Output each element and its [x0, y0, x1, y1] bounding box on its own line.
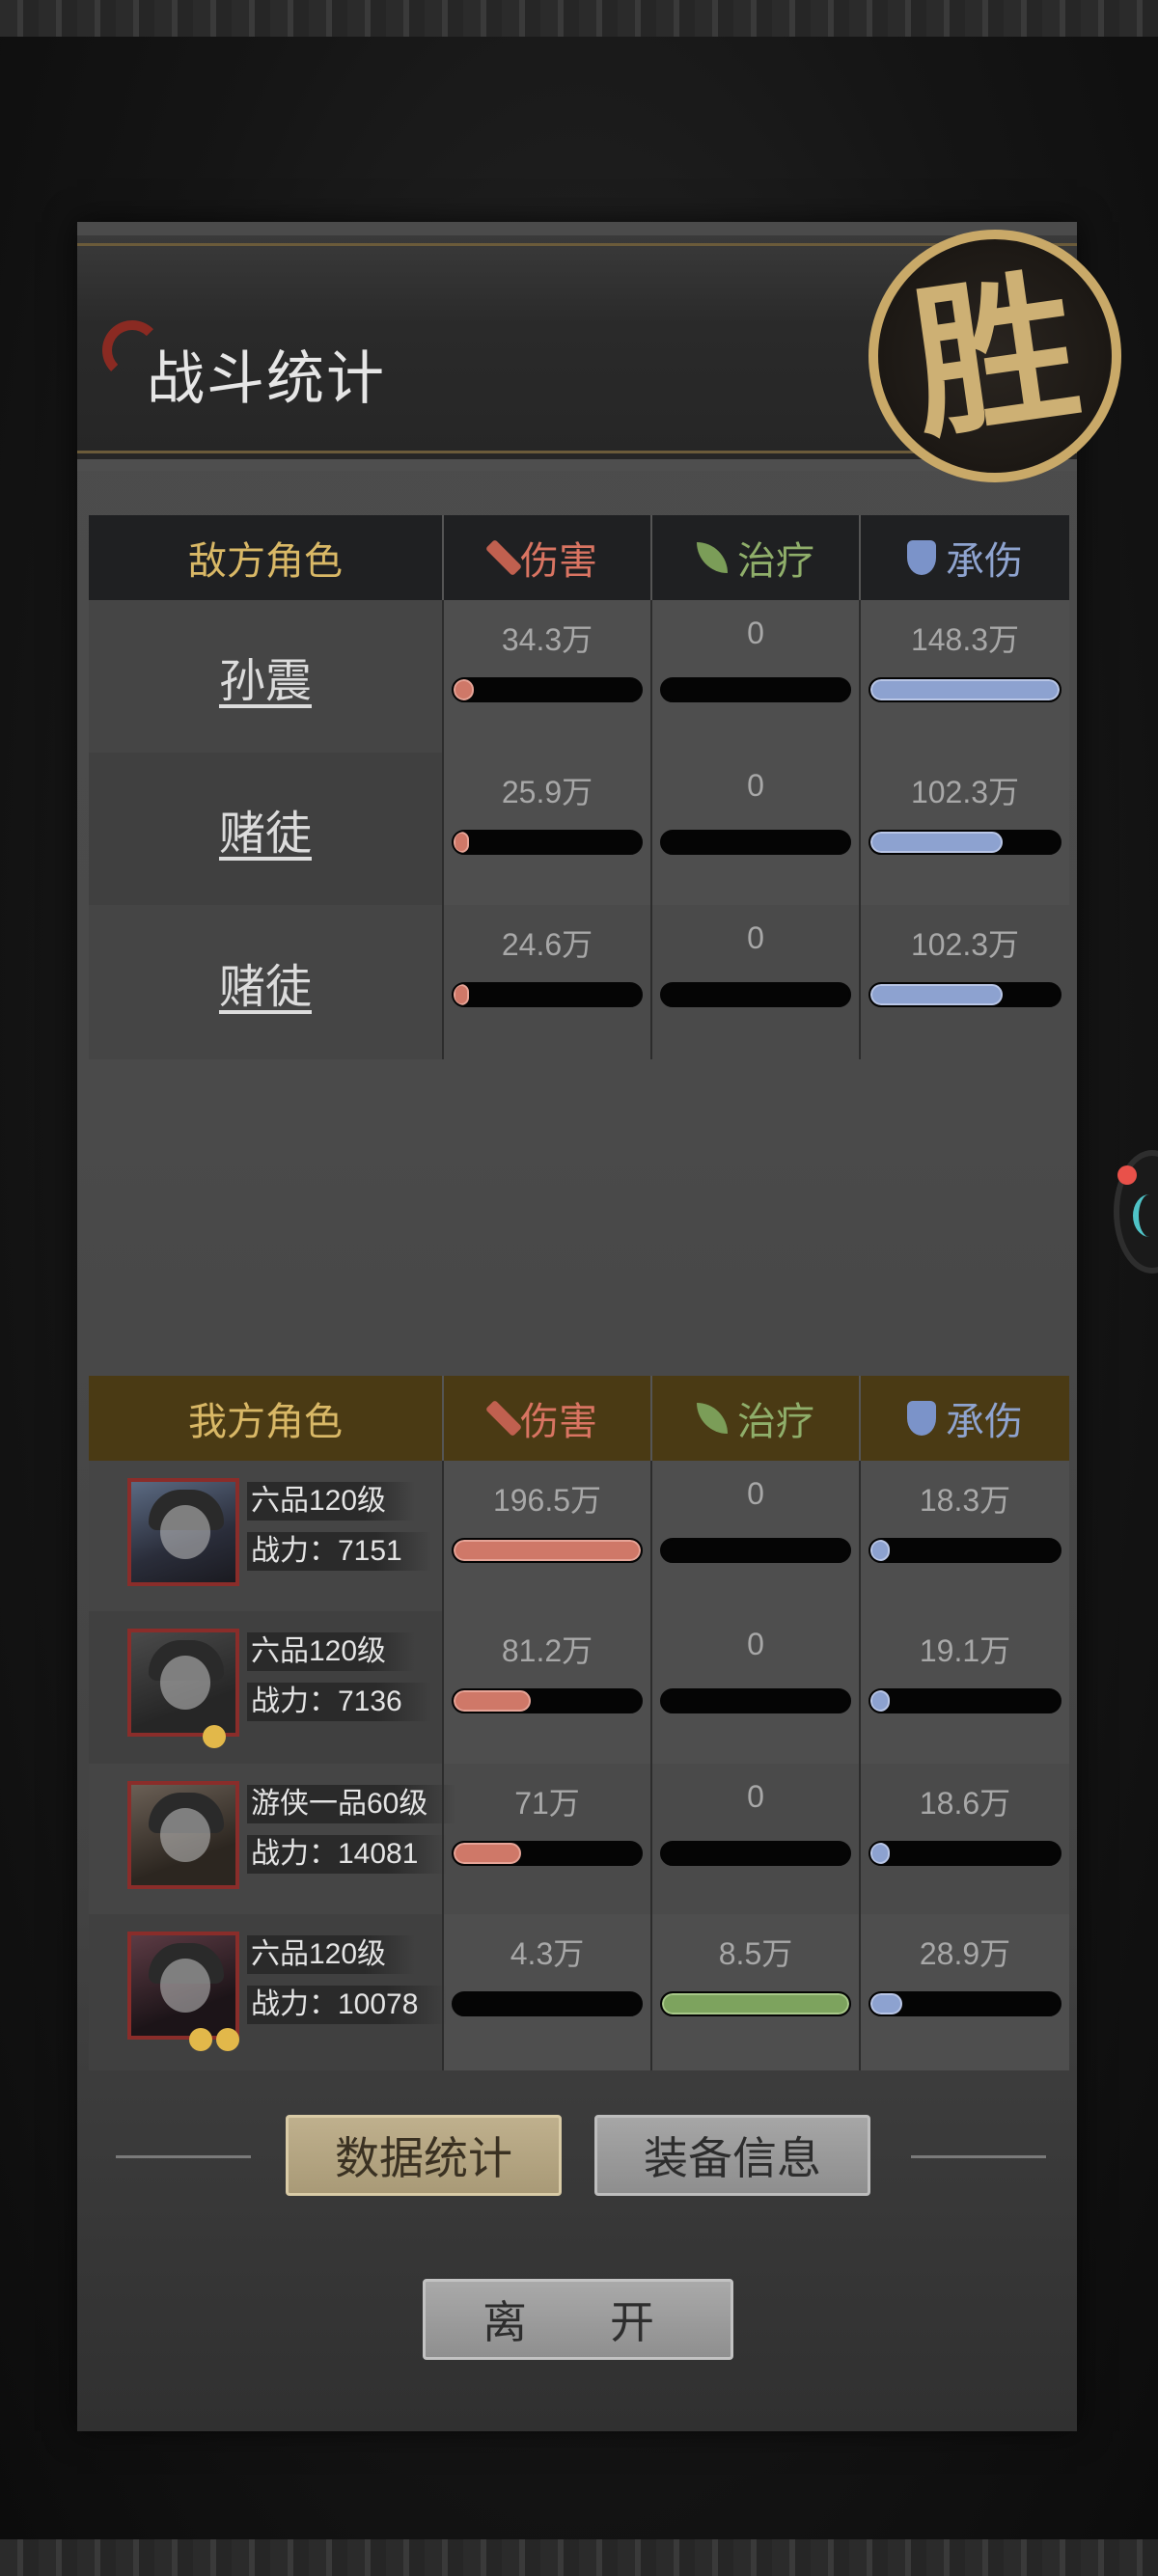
tanking-value: 102.3万 — [910, 927, 1020, 962]
damage-bar — [452, 1538, 643, 1563]
damage-bar — [452, 1688, 643, 1713]
stats-tab-button[interactable]: 数据统计 — [286, 2115, 562, 2196]
enemy-table-header: 敌方角色 伤害 治疗 承伤 — [89, 515, 1069, 600]
tanking-value: 148.3万 — [910, 622, 1020, 657]
table-row: 六品120级 战力：7136 81.2万 0 19.1万 — [89, 1611, 1069, 1764]
damage-bar — [452, 982, 643, 1007]
damage-bar — [452, 677, 643, 702]
damage-value: 25.9万 — [501, 775, 593, 809]
tanking-column-header: 承伤 — [859, 1376, 1069, 1461]
victory-mark: 胜 — [899, 249, 1090, 463]
bottom-border — [0, 2539, 1158, 2576]
tanking-bar — [868, 677, 1062, 702]
damage-value: 34.3万 — [501, 622, 593, 657]
leave-button[interactable]: 离 开 — [423, 2279, 733, 2360]
sword-icon — [484, 538, 523, 577]
tanking-column-header: 承伤 — [859, 515, 1069, 600]
character-rank: 六品120级 — [247, 1935, 416, 1974]
enemy-name-link[interactable]: 赌徒 — [89, 948, 442, 1016]
healing-bar — [660, 1841, 851, 1866]
healing-bar — [660, 1538, 851, 1563]
rank-badge-icon — [189, 2028, 212, 2051]
table-row: 游侠一品60级 战力：14081 71万 0 18.6万 — [89, 1764, 1069, 1914]
enemy-table: 敌方角色 伤害 治疗 承伤 孙震 34.3万 0 148.3万 赌徒 25.9万… — [89, 515, 1069, 1059]
enemy-name-link[interactable]: 孙震 — [89, 643, 442, 710]
healing-bar — [660, 677, 851, 702]
avatar[interactable] — [127, 1629, 239, 1737]
character-power: 战力：14081 — [247, 1835, 448, 1874]
sword-icon — [484, 1399, 523, 1438]
tanking-bar — [868, 1688, 1062, 1713]
tanking-value: 19.1万 — [919, 1633, 1011, 1668]
damage-value: 4.3万 — [510, 1936, 585, 1971]
tanking-bar — [868, 982, 1062, 1007]
leaf-icon — [697, 542, 728, 573]
rank-badge-icon — [216, 2028, 239, 2051]
ally-table: 我方角色 伤害 治疗 承伤 六品120级 战力：7151 196.5万 0 18… — [89, 1376, 1069, 2070]
character-rank: 六品120级 — [247, 1482, 416, 1521]
avatar[interactable] — [127, 1478, 239, 1586]
healing-value: 0 — [747, 768, 764, 803]
tanking-bar — [868, 1538, 1062, 1563]
character-power: 战力：7136 — [247, 1683, 431, 1721]
damage-value: 81.2万 — [501, 1633, 593, 1668]
enemy-column-header: 敌方角色 — [188, 540, 343, 583]
avatar[interactable] — [127, 1932, 239, 2040]
divider-left — [116, 2155, 251, 2158]
page-title: 战斗统计 — [147, 346, 386, 411]
character-power: 战力：10078 — [247, 1986, 448, 2024]
top-border — [0, 0, 1158, 37]
shield-icon — [907, 1401, 936, 1436]
enemy-name-link[interactable]: 赌徒 — [89, 795, 442, 863]
healing-bar — [660, 830, 851, 855]
victory-seal-icon: 胜 — [868, 230, 1121, 482]
table-row: 赌徒 24.6万 0 102.3万 — [89, 905, 1069, 1059]
damage-bar — [452, 830, 643, 855]
table-row: 赌徒 25.9万 0 102.3万 — [89, 753, 1069, 905]
character-rank: 游侠一品60级 — [247, 1785, 457, 1823]
healing-value: 0 — [747, 616, 764, 650]
damage-bar — [452, 1841, 643, 1866]
equipment-tab-button[interactable]: 装备信息 — [594, 2115, 870, 2196]
healing-value: 8.5万 — [718, 1936, 793, 1971]
character-power: 战力：7151 — [247, 1532, 431, 1571]
damage-column-header: 伤害 — [442, 515, 650, 600]
leaf-icon — [697, 1403, 728, 1434]
healing-value: 0 — [747, 1779, 764, 1814]
healing-value: 0 — [747, 1627, 764, 1661]
shield-icon — [907, 540, 936, 575]
table-row: 孙震 34.3万 0 148.3万 — [89, 600, 1069, 753]
healing-column-header: 治疗 — [650, 515, 859, 600]
damage-bar — [452, 1991, 643, 2016]
tanking-value: 18.3万 — [919, 1483, 1011, 1518]
damage-value: 196.5万 — [492, 1483, 602, 1518]
notification-dot — [1117, 1165, 1137, 1185]
tanking-bar — [868, 1991, 1062, 2016]
tanking-bar — [868, 830, 1062, 855]
ally-table-header: 我方角色 伤害 治疗 承伤 — [89, 1376, 1069, 1461]
healing-bar — [660, 982, 851, 1007]
ally-column-header: 我方角色 — [188, 1401, 343, 1443]
tanking-value: 18.6万 — [919, 1786, 1011, 1821]
damage-value: 24.6万 — [501, 927, 593, 962]
divider-right — [911, 2155, 1046, 2158]
healing-value: 0 — [747, 920, 764, 955]
tanking-value: 28.9万 — [919, 1936, 1011, 1971]
damage-value: 71万 — [514, 1786, 580, 1821]
healing-value: 0 — [747, 1476, 764, 1511]
tanking-value: 102.3万 — [910, 775, 1020, 809]
healing-bar — [660, 1991, 851, 2016]
tanking-bar — [868, 1841, 1062, 1866]
avatar[interactable] — [127, 1781, 239, 1889]
healing-column-header: 治疗 — [650, 1376, 859, 1461]
healing-bar — [660, 1688, 851, 1713]
damage-column-header: 伤害 — [442, 1376, 650, 1461]
table-row: 六品120级 战力：7151 196.5万 0 18.3万 — [89, 1461, 1069, 1611]
rank-badge-icon — [203, 1725, 226, 1748]
character-rank: 六品120级 — [247, 1632, 416, 1671]
table-row: 六品120级 战力：10078 4.3万 8.5万 28.9万 — [89, 1914, 1069, 2070]
